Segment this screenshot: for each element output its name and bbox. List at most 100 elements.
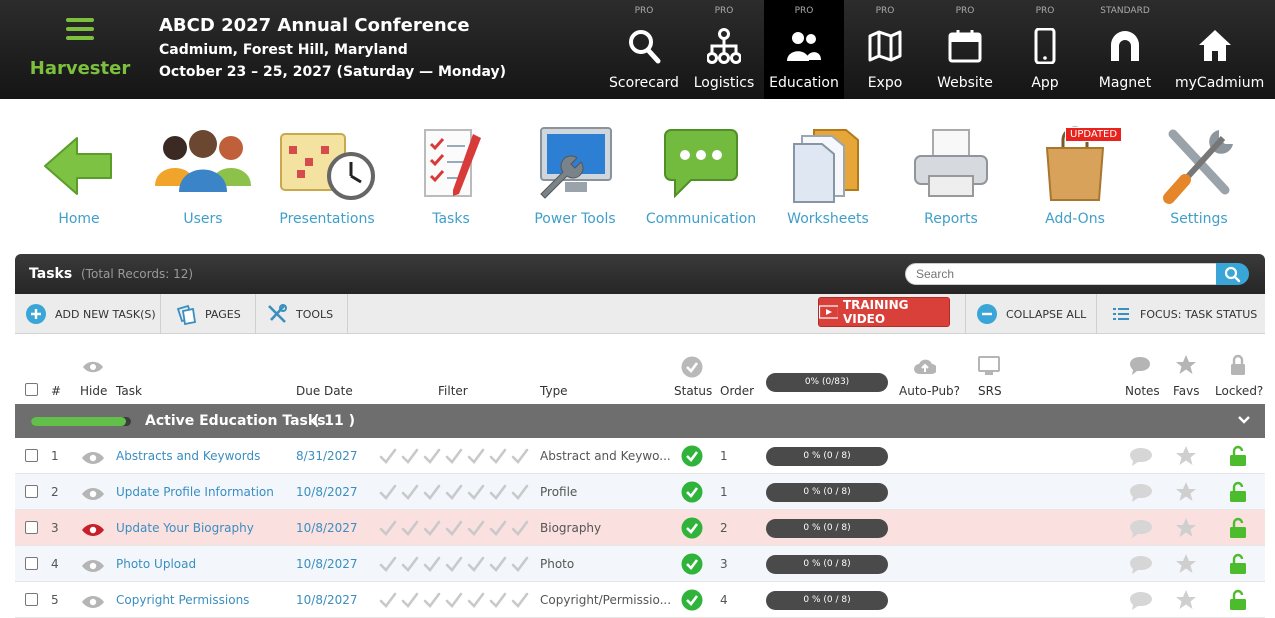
star-icon[interactable] xyxy=(1175,481,1197,507)
status-check-icon[interactable] xyxy=(681,481,703,507)
filter-check-icon[interactable] xyxy=(489,447,507,469)
due-date[interactable]: 10/8/2027 xyxy=(296,593,358,607)
tools-button[interactable]: TOOLS xyxy=(256,294,348,334)
filter-check-icon[interactable] xyxy=(511,447,529,469)
filter-check-icon[interactable] xyxy=(401,483,419,505)
unlock-icon[interactable] xyxy=(1229,517,1247,543)
filter-check-icon[interactable] xyxy=(467,483,485,505)
row-checkbox[interactable] xyxy=(25,521,38,534)
filter-check-icon[interactable] xyxy=(445,519,463,541)
module-website[interactable]: PRO Website xyxy=(925,0,1005,99)
filter-check-icon[interactable] xyxy=(379,555,397,577)
filter-check-icon[interactable] xyxy=(489,519,507,541)
add-new-task-button[interactable]: ADD NEW TASK(S) xyxy=(15,294,161,334)
select-all-checkbox[interactable] xyxy=(25,383,38,396)
toolbar-home[interactable]: Home xyxy=(17,120,141,232)
toolbar-reports[interactable]: Reports xyxy=(889,120,1013,232)
filter-check-icon[interactable] xyxy=(423,519,441,541)
filter-check-icon[interactable] xyxy=(445,591,463,613)
module-scorecard[interactable]: PRO Scorecard xyxy=(604,0,684,99)
comment-icon[interactable] xyxy=(1129,555,1153,579)
due-date[interactable]: 10/8/2027 xyxy=(296,557,358,571)
module-mycadmium[interactable]: myCadmium xyxy=(1175,0,1264,99)
group-active-education-tasks[interactable]: Active Education Tasks ( 11 ) xyxy=(15,404,1265,438)
filter-check-icon[interactable] xyxy=(401,519,419,541)
filter-check-icon[interactable] xyxy=(511,555,529,577)
task-link[interactable]: Abstracts and Keywords xyxy=(116,449,260,463)
module-magnet[interactable]: STANDARD Magnet xyxy=(1085,0,1165,99)
filter-check-icon[interactable] xyxy=(423,447,441,469)
toolbar-communication[interactable]: Communication xyxy=(639,120,763,232)
filter-check-icon[interactable] xyxy=(401,591,419,613)
filter-check-icon[interactable] xyxy=(379,483,397,505)
unlock-icon[interactable] xyxy=(1229,553,1247,579)
search-input[interactable] xyxy=(905,263,1217,285)
toolbar-users[interactable]: Users xyxy=(141,120,265,232)
toolbar-tasks[interactable]: Tasks xyxy=(389,120,513,232)
status-check-icon[interactable] xyxy=(681,445,703,471)
row-checkbox[interactable] xyxy=(25,593,38,606)
filter-check-icon[interactable] xyxy=(489,555,507,577)
task-link[interactable]: Copyright Permissions xyxy=(116,593,249,607)
task-link[interactable]: Update Your Biography xyxy=(116,521,254,535)
toolbar-worksheets[interactable]: Worksheets xyxy=(766,120,890,232)
eye-hidden-icon[interactable] xyxy=(81,522,105,541)
comment-icon[interactable] xyxy=(1129,519,1153,543)
col-type[interactable]: Type xyxy=(540,384,568,398)
filter-check-icon[interactable] xyxy=(467,519,485,541)
eye-icon[interactable] xyxy=(81,594,105,613)
col-status[interactable]: Status xyxy=(674,384,712,398)
star-icon[interactable] xyxy=(1175,589,1197,615)
eye-icon[interactable] xyxy=(81,558,105,577)
comment-icon[interactable] xyxy=(1129,447,1153,471)
due-date[interactable]: 8/31/2027 xyxy=(296,449,358,463)
module-education[interactable]: PRO Education xyxy=(764,0,844,99)
filter-check-icon[interactable] xyxy=(445,447,463,469)
training-video-button[interactable]: TRAINING VIDEO xyxy=(818,297,950,327)
status-check-icon[interactable] xyxy=(681,589,703,615)
unlock-icon[interactable] xyxy=(1229,445,1247,471)
filter-check-icon[interactable] xyxy=(423,591,441,613)
star-icon[interactable] xyxy=(1175,517,1197,543)
col-due-date[interactable]: Due Date xyxy=(296,384,353,398)
status-check-icon[interactable] xyxy=(681,553,703,579)
toolbar-presentations[interactable]: Presentations xyxy=(265,120,389,232)
toolbar-power-tools[interactable]: Power Tools xyxy=(513,120,637,232)
col-hide[interactable]: Hide xyxy=(80,384,107,398)
search-button[interactable] xyxy=(1216,263,1249,285)
toolbar-settings[interactable]: Settings xyxy=(1137,120,1261,232)
filter-check-icon[interactable] xyxy=(423,483,441,505)
status-check-icon[interactable] xyxy=(681,517,703,543)
filter-check-icon[interactable] xyxy=(379,591,397,613)
filter-check-icon[interactable] xyxy=(379,447,397,469)
collapse-all-button[interactable]: COLLAPSE ALL xyxy=(965,294,1097,334)
unlock-icon[interactable] xyxy=(1229,481,1247,507)
row-checkbox[interactable] xyxy=(25,557,38,570)
star-icon[interactable] xyxy=(1175,553,1197,579)
filter-check-icon[interactable] xyxy=(445,555,463,577)
eye-icon[interactable] xyxy=(81,450,105,469)
comment-icon[interactable] xyxy=(1129,591,1153,615)
due-date[interactable]: 10/8/2027 xyxy=(296,485,358,499)
module-logistics[interactable]: PRO Logistics xyxy=(684,0,764,99)
unlock-icon[interactable] xyxy=(1229,589,1247,615)
brand-block[interactable]: Harvester xyxy=(0,0,160,99)
task-link[interactable]: Update Profile Information xyxy=(116,485,274,499)
star-icon[interactable] xyxy=(1175,445,1197,471)
filter-check-icon[interactable] xyxy=(423,555,441,577)
due-date[interactable]: 10/8/2027 xyxy=(296,521,358,535)
row-checkbox[interactable] xyxy=(25,485,38,498)
module-app[interactable]: PRO App xyxy=(1005,0,1085,99)
col-task[interactable]: Task xyxy=(116,384,142,398)
module-expo[interactable]: PRO Expo xyxy=(845,0,925,99)
eye-icon[interactable] xyxy=(81,486,105,505)
row-checkbox[interactable] xyxy=(25,449,38,462)
filter-check-icon[interactable] xyxy=(511,483,529,505)
filter-check-icon[interactable] xyxy=(467,591,485,613)
filter-check-icon[interactable] xyxy=(489,483,507,505)
filter-check-icon[interactable] xyxy=(467,447,485,469)
filter-check-icon[interactable] xyxy=(467,555,485,577)
comment-icon[interactable] xyxy=(1129,483,1153,507)
pages-button[interactable]: PAGES xyxy=(161,294,256,334)
filter-check-icon[interactable] xyxy=(489,591,507,613)
